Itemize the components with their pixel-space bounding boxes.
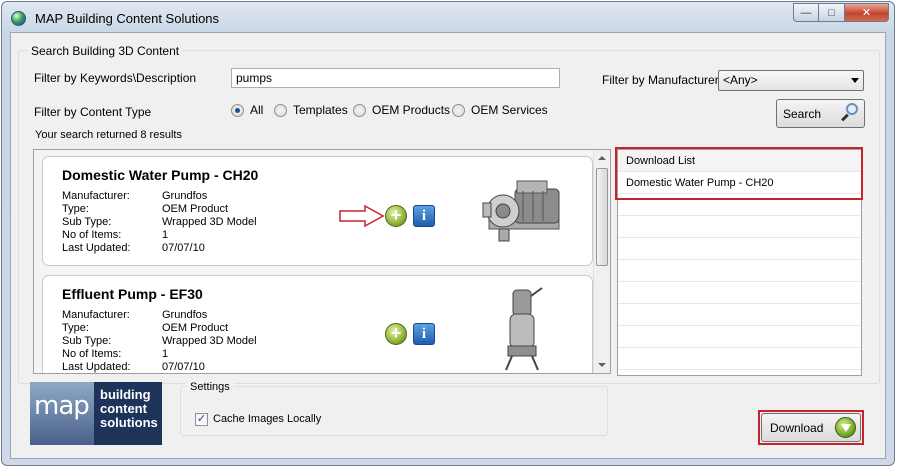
manufacturer-value: Grundfos	[162, 190, 208, 202]
manufacturer-field-label: Manufacturer:	[62, 309, 130, 321]
subtype-field-label: Sub Type:	[62, 216, 112, 228]
radio-all-button[interactable]	[231, 103, 244, 117]
globe-icon	[11, 11, 26, 26]
logo-line-2: content	[100, 401, 147, 416]
pump-thumbnail	[482, 180, 560, 242]
updated-value: 07/07/10	[162, 361, 205, 373]
download-list-empty-row	[618, 304, 861, 326]
radio-all-label: All	[250, 103, 264, 117]
search-button-label: Search	[783, 107, 822, 121]
logo-line-3: solutions	[100, 415, 158, 430]
manufacturer-value: Grundfos	[162, 309, 208, 321]
type-value: OEM Product	[162, 322, 229, 334]
keywords-input[interactable]: pumps	[231, 68, 560, 88]
settings-group-box	[180, 386, 608, 436]
scroll-thumb[interactable]	[596, 168, 608, 266]
results-summary: Your search returned 8 results	[35, 129, 182, 141]
title-bar: MAP Building Content Solutions — □ ✕	[2, 2, 894, 32]
items-value: 1	[162, 348, 169, 360]
logo-mark: map	[34, 391, 90, 421]
items-value: 1	[162, 229, 169, 241]
radio-oem-services-button[interactable]	[452, 103, 465, 117]
items-field-label: No of Items:	[62, 229, 122, 241]
keywords-label: Filter by Keywords\Description	[34, 71, 197, 85]
app-window: MAP Building Content Solutions — □ ✕ Sea…	[1, 1, 895, 466]
window-title: MAP Building Content Solutions	[35, 11, 220, 26]
download-list-empty-row	[618, 326, 861, 348]
logo-line-1: building	[100, 387, 151, 402]
radio-oem-services-label: OEM Services	[471, 103, 548, 117]
scroll-down-button[interactable]	[594, 357, 610, 373]
chevron-down-icon	[851, 78, 859, 83]
subtype-field-label: Sub Type:	[62, 335, 112, 347]
info-icon[interactable]: i	[413, 323, 435, 345]
chevron-down-icon	[598, 363, 606, 367]
add-to-download-icon[interactable]: +	[385, 205, 407, 227]
items-field-label: No of Items:	[62, 348, 122, 360]
subtype-value: Wrapped 3D Model	[162, 335, 257, 347]
radio-oem-products-button[interactable]	[353, 103, 366, 117]
radio-oem-products[interactable]: OEM Products	[353, 103, 450, 117]
manufacturer-select[interactable]: <Any>	[718, 70, 864, 91]
updated-field-label: Last Updated:	[62, 242, 131, 254]
result-card: Domestic Water Pump - CH20 Manufacturer:…	[42, 156, 593, 266]
result-card: Effluent Pump - EF30 Manufacturer: Grund…	[42, 275, 593, 373]
manufacturer-label: Filter by Manufacturer	[602, 73, 719, 87]
download-list-empty-row	[618, 260, 861, 282]
logo-wordmark: building content solutions	[100, 388, 158, 430]
radio-all[interactable]: All	[231, 103, 263, 117]
content-type-label: Filter by Content Type	[34, 105, 152, 119]
info-icon[interactable]: i	[413, 205, 435, 227]
type-field-label: Type:	[62, 322, 89, 334]
search-button[interactable]: Search	[776, 99, 865, 128]
type-value: OEM Product	[162, 203, 229, 215]
scroll-up-button[interactable]	[594, 150, 610, 166]
search-group-legend: Search Building 3D Content	[28, 44, 183, 58]
results-scrollbar[interactable]	[593, 150, 610, 373]
minimize-button[interactable]: —	[793, 3, 819, 22]
result-title: Domestic Water Pump - CH20	[62, 167, 259, 183]
radio-templates-button[interactable]	[274, 103, 287, 117]
results-list: Domestic Water Pump - CH20 Manufacturer:…	[33, 149, 611, 374]
cache-images-checkbox[interactable]: ✓	[195, 413, 208, 426]
maximize-icon: □	[828, 6, 835, 19]
updated-value: 07/07/10	[162, 242, 205, 254]
arrow-right-icon	[339, 205, 385, 227]
radio-templates-label: Templates	[293, 103, 348, 117]
settings-legend: Settings	[186, 381, 234, 393]
download-list-empty-row	[618, 282, 861, 304]
radio-templates[interactable]: Templates	[274, 103, 348, 117]
client-area: Search Building 3D Content Filter by Key…	[10, 32, 886, 459]
maximize-button[interactable]: □	[819, 3, 845, 22]
logo: map building content solutions	[30, 382, 162, 445]
download-list-empty-row	[618, 238, 861, 260]
search-icon	[840, 103, 858, 122]
download-list-empty-row	[618, 216, 861, 238]
pump-thumbnail	[505, 287, 543, 371]
minimize-icon: —	[800, 6, 812, 19]
close-icon: ✕	[861, 7, 872, 19]
radio-oem-services[interactable]: OEM Services	[452, 103, 548, 117]
result-title: Effluent Pump - EF30	[62, 286, 203, 302]
cache-images-label: Cache Images Locally	[213, 413, 322, 425]
updated-field-label: Last Updated:	[62, 361, 131, 373]
download-list-highlight	[615, 147, 863, 200]
manufacturer-value: <Any>	[723, 73, 758, 87]
radio-oem-products-label: OEM Products	[372, 103, 451, 117]
type-field-label: Type:	[62, 203, 89, 215]
close-button[interactable]: ✕	[845, 3, 889, 22]
download-button-highlight	[758, 410, 864, 445]
subtype-value: Wrapped 3D Model	[162, 216, 257, 228]
window-controls: — □ ✕	[793, 3, 889, 23]
add-to-download-icon[interactable]: +	[385, 323, 407, 345]
download-list-empty-row	[618, 348, 861, 370]
manufacturer-field-label: Manufacturer:	[62, 190, 130, 202]
chevron-up-icon	[598, 156, 606, 160]
